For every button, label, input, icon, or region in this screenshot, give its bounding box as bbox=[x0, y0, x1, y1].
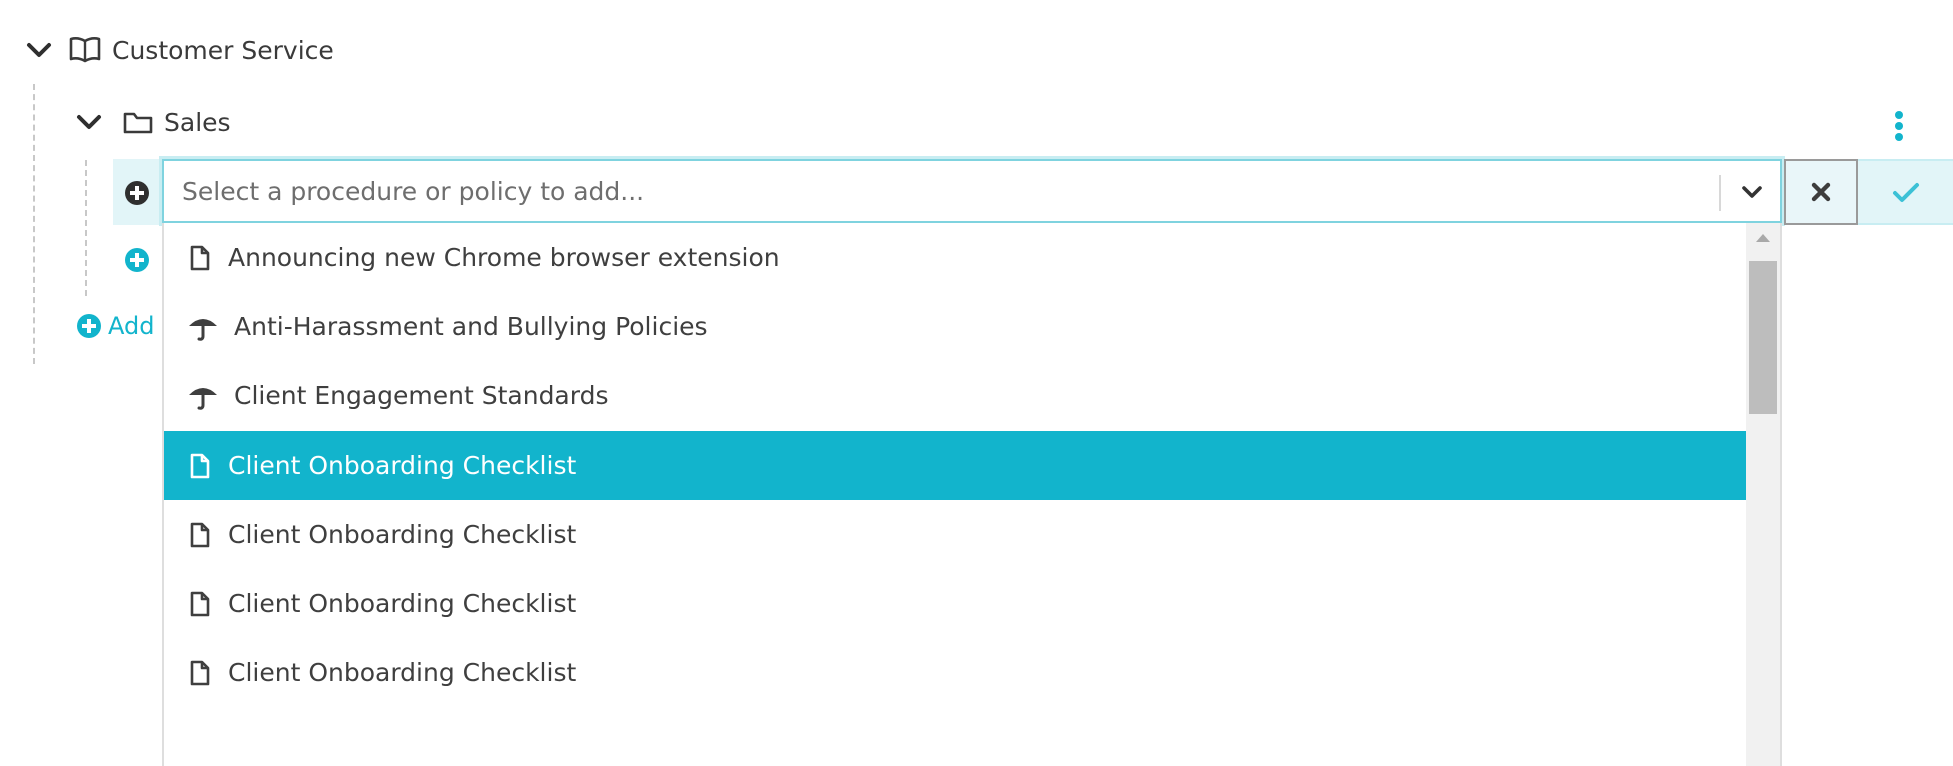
book-icon bbox=[68, 35, 102, 63]
umbrella-icon bbox=[178, 381, 228, 411]
select-placeholder: Select a procedure or policy to add... bbox=[182, 177, 645, 206]
umbrella-icon bbox=[178, 312, 228, 342]
confirm-button[interactable] bbox=[1858, 159, 1953, 225]
option-label: Client Onboarding Checklist bbox=[228, 589, 577, 618]
plus-circle-icon bbox=[125, 248, 149, 272]
chevron-down-icon bbox=[27, 43, 51, 57]
tree-child-label[interactable]: Sales bbox=[164, 106, 231, 140]
add-item-button[interactable] bbox=[124, 247, 150, 273]
option-item[interactable]: Client Engagement Standards bbox=[164, 361, 1746, 430]
option-label: Announcing new Chrome browser extension bbox=[228, 243, 780, 272]
option-label: Client Engagement Standards bbox=[234, 381, 609, 410]
vertical-dots-icon[interactable] bbox=[1893, 110, 1905, 142]
expand-sales-toggle[interactable] bbox=[76, 112, 102, 132]
tree-root-label[interactable]: Customer Service bbox=[112, 34, 334, 68]
folder-icon bbox=[122, 110, 154, 136]
chevron-down-icon bbox=[77, 115, 101, 129]
options-dropdown[interactable]: Announcing new Chrome browser extension … bbox=[162, 223, 1782, 766]
add-link-label: Add bbox=[108, 312, 155, 340]
add-link[interactable]: Add bbox=[76, 311, 154, 341]
select-divider bbox=[1719, 175, 1721, 211]
option-label: Client Onboarding Checklist bbox=[228, 451, 577, 480]
option-item[interactable]: Client Onboarding Checklist bbox=[164, 500, 1746, 569]
plus-circle-icon bbox=[77, 314, 101, 338]
document-icon bbox=[180, 521, 220, 549]
scrollbar-thumb[interactable] bbox=[1749, 261, 1777, 414]
option-item[interactable]: Anti-Harassment and Bullying Policies bbox=[164, 292, 1746, 361]
cancel-button[interactable] bbox=[1784, 159, 1858, 225]
scroll-up-icon[interactable] bbox=[1752, 231, 1774, 245]
document-icon bbox=[180, 659, 220, 687]
tree-guide-root bbox=[33, 84, 35, 364]
plus-circle-icon bbox=[124, 180, 150, 206]
option-label: Anti-Harassment and Bullying Policies bbox=[234, 312, 708, 341]
option-label: Client Onboarding Checklist bbox=[228, 520, 577, 549]
tree-guide-sales bbox=[85, 160, 87, 296]
document-icon bbox=[180, 244, 220, 272]
option-item[interactable]: Client Onboarding Checklist bbox=[164, 569, 1746, 638]
document-icon bbox=[180, 590, 220, 618]
document-icon bbox=[180, 452, 220, 480]
option-item[interactable]: Announcing new Chrome browser extension bbox=[164, 223, 1746, 292]
procedure-select[interactable]: Select a procedure or policy to add... bbox=[162, 159, 1782, 223]
option-label: Client Onboarding Checklist bbox=[228, 658, 577, 687]
expand-root-toggle[interactable] bbox=[26, 40, 52, 60]
option-item[interactable]: Client Onboarding Checklist bbox=[164, 638, 1746, 707]
chevron-down-icon[interactable] bbox=[1734, 179, 1770, 207]
option-item-selected[interactable]: Client Onboarding Checklist bbox=[164, 431, 1746, 500]
check-icon bbox=[1892, 183, 1919, 202]
close-icon bbox=[1811, 182, 1831, 202]
